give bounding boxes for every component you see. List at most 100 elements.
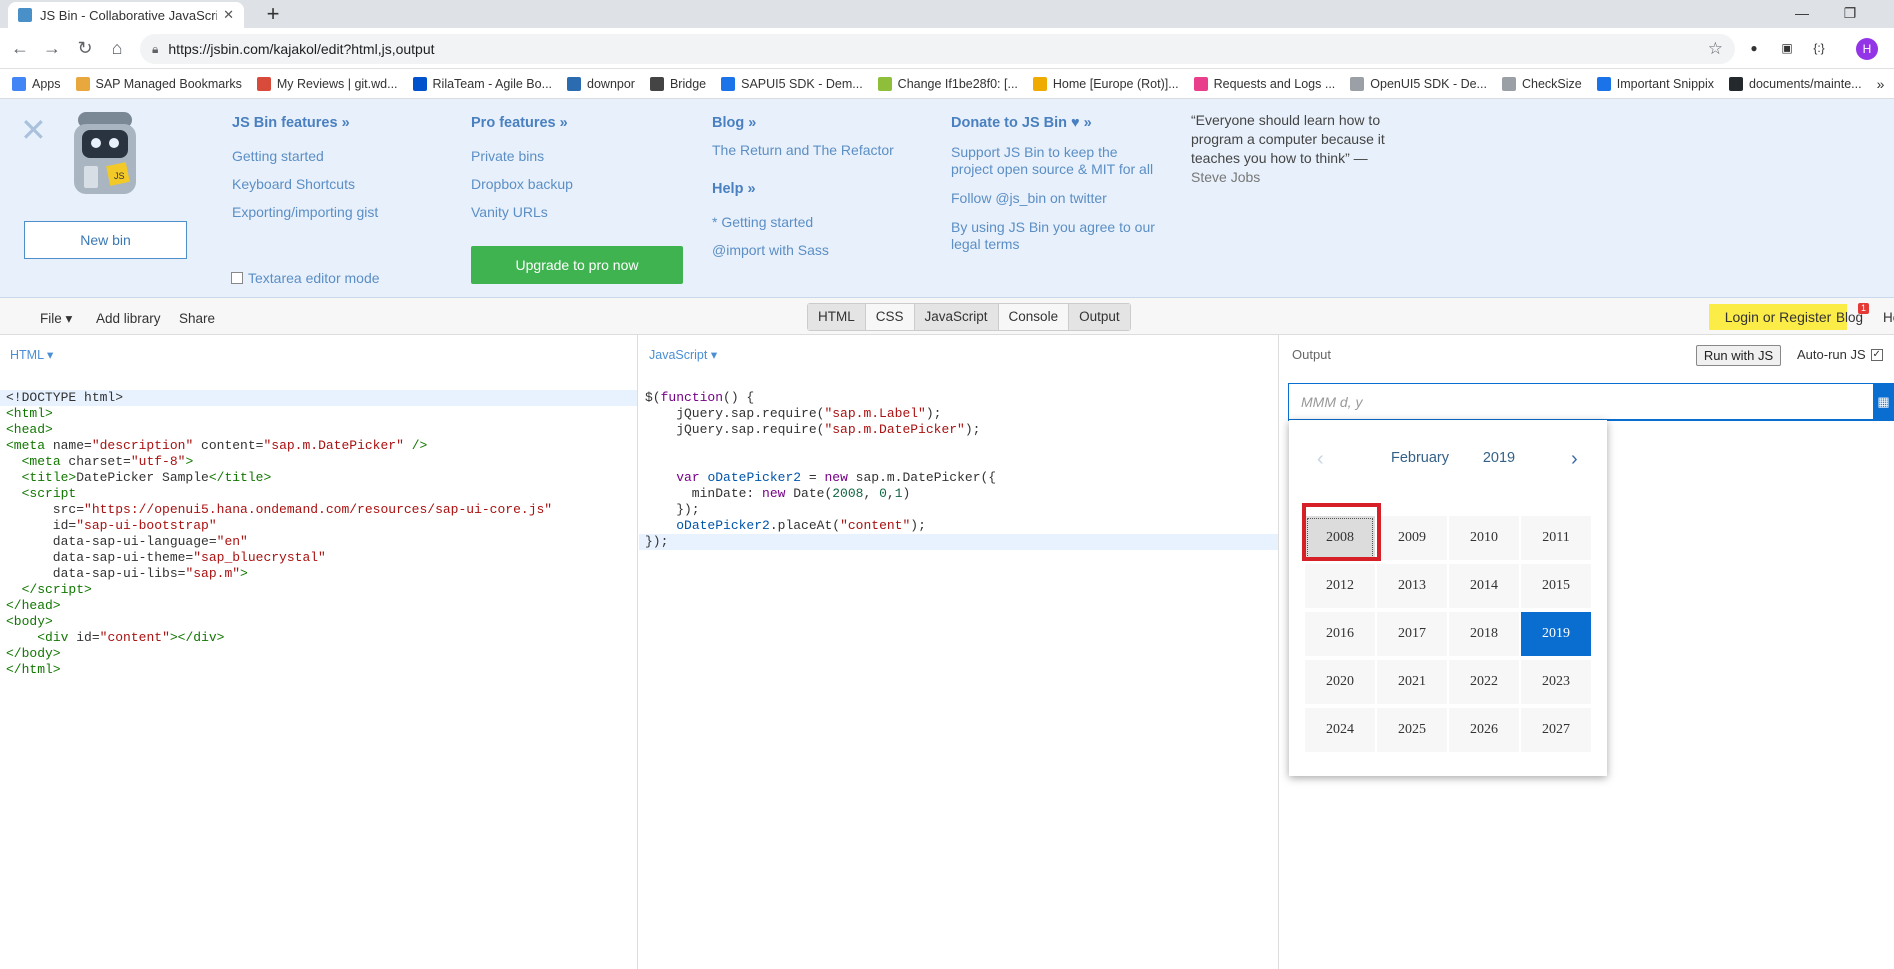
home-icon[interactable]: ⌂ — [105, 36, 129, 60]
features-link-export-gist[interactable]: Exporting/importing gist — [232, 198, 378, 226]
close-info-panel-icon[interactable]: ✕ — [20, 114, 47, 146]
html-editor-pane[interactable]: HTML ▾ <!DOCTYPE html> <html> <head> <meta … — [0, 335, 638, 969]
blog-column: Blog » The Return and The Refactor Help … — [712, 115, 894, 264]
bookmark-item[interactable]: downpor — [567, 76, 635, 91]
back-icon[interactable]: ← — [8, 36, 32, 60]
browser-tab[interactable]: JS Bin - Collaborative JavaScript Debugg… — [8, 2, 244, 28]
year-cell-2010[interactable]: 2010 — [1449, 516, 1519, 560]
address-bar[interactable]: 🔒︎ https://jsbin.com/kajakol/edit?html,j… — [140, 34, 1735, 64]
bookmark-item[interactable]: Home [Europe (Rot)]... — [1032, 76, 1179, 91]
extension-square-icon[interactable]: ▣ — [1777, 38, 1797, 58]
forward-icon[interactable]: → — [40, 36, 64, 60]
upgrade-pro-button[interactable]: Upgrade to pro now — [471, 246, 683, 284]
year-cell-2022[interactable]: 2022 — [1449, 660, 1519, 704]
year-cell-2021[interactable]: 2021 — [1377, 660, 1447, 704]
bookmarks-overflow-icon[interactable]: » — [1877, 76, 1885, 92]
donate-link-support[interactable]: Support JS Bin to keep the project open … — [951, 144, 1161, 178]
datepicker-input[interactable]: MMM d, y — [1288, 383, 1874, 421]
bookmark-item[interactable]: documents/mainte... — [1729, 76, 1862, 91]
year-cell-2018[interactable]: 2018 — [1449, 612, 1519, 656]
year-cell-2015[interactable]: 2015 — [1521, 564, 1591, 608]
help-link-import-sass[interactable]: @import with Sass — [712, 236, 894, 264]
donate-link-legal[interactable]: By using JS Bin you agree to our legal t… — [951, 219, 1161, 253]
donate-link-twitter[interactable]: Follow @js_bin on twitter — [951, 190, 1161, 207]
new-tab-icon[interactable]: + — [260, 2, 286, 26]
reload-icon[interactable]: ↻ — [73, 36, 97, 60]
bookmark-item[interactable]: Important Snippix — [1596, 76, 1714, 91]
year-cell-2025[interactable]: 2025 — [1377, 708, 1447, 752]
javascript-editor-pane[interactable]: JavaScript ▾ $(function() { jQuery.sap.r… — [639, 335, 1279, 969]
textarea-mode-toggle[interactable]: Textarea editor mode — [231, 270, 380, 286]
previous-chevron-icon[interactable]: ‹ — [1317, 448, 1324, 471]
html-panel-label[interactable]: HTML ▾ — [10, 347, 53, 362]
bookmark-label: OpenUI5 SDK - De... — [1370, 76, 1487, 91]
features-column: JS Bin features » Getting started Keyboa… — [232, 115, 378, 226]
features-link-getting-started[interactable]: Getting started — [232, 142, 378, 170]
help-link[interactable]: Help — [1883, 310, 1894, 325]
pro-link-vanity-urls[interactable]: Vanity URLs — [471, 198, 573, 226]
year-cell-2009[interactable]: 2009 — [1377, 516, 1447, 560]
next-chevron-icon[interactable]: › — [1571, 448, 1578, 471]
year-cell-2026[interactable]: 2026 — [1449, 708, 1519, 752]
bookmark-item[interactable]: RilaTeam - Agile Bo... — [412, 76, 552, 91]
pro-link-private-bins[interactable]: Private bins — [471, 142, 573, 170]
bookmark-item[interactable]: SAPUI5 SDK - Dem... — [721, 76, 863, 91]
year-cell-2012[interactable]: 2012 — [1305, 564, 1375, 608]
bookmark-item[interactable]: CheckSize — [1501, 76, 1582, 91]
javascript-panel-label[interactable]: JavaScript ▾ — [649, 347, 717, 362]
bookmark-item[interactable]: Bridge — [649, 76, 706, 91]
bookmark-item[interactable]: SAP Managed Bookmarks — [75, 76, 242, 91]
help-heading[interactable]: Help » — [712, 181, 894, 198]
extension-globe-icon[interactable]: ● — [1744, 38, 1764, 58]
calendar-icon[interactable]: ▦ — [1873, 383, 1894, 421]
features-link-keyboard-shortcuts[interactable]: Keyboard Shortcuts — [232, 170, 378, 198]
help-link-label: Help — [1883, 310, 1894, 325]
bookmark-item[interactable]: Requests and Logs ... — [1193, 76, 1335, 91]
javascript-code[interactable]: $(function() { jQuery.sap.require("sap.m… — [639, 374, 1278, 582]
panel-toggle-javascript[interactable]: JavaScript — [914, 304, 999, 330]
login-register-button[interactable]: Login or Register — [1709, 304, 1847, 330]
auto-run-toggle[interactable]: Auto-run JS ✓ — [1797, 347, 1883, 362]
year-cell-2016[interactable]: 2016 — [1305, 612, 1375, 656]
profile-avatar[interactable]: H — [1856, 38, 1878, 60]
file-menu[interactable]: File ▾ — [40, 311, 72, 327]
help-link-getting-started[interactable]: * Getting started — [712, 208, 894, 236]
auto-run-checkbox[interactable]: ✓ — [1870, 348, 1883, 361]
new-bin-button[interactable]: New bin — [24, 221, 187, 259]
year-cell-2023[interactable]: 2023 — [1521, 660, 1591, 704]
year-cell-2020[interactable]: 2020 — [1305, 660, 1375, 704]
year-button[interactable]: 2019 — [1464, 450, 1534, 466]
close-tab-icon[interactable]: ✕ — [223, 7, 234, 23]
blog-heading[interactable]: Blog » — [712, 115, 894, 132]
panel-toggle-css[interactable]: CSS — [866, 304, 915, 330]
year-cell-2011[interactable]: 2011 — [1521, 516, 1591, 560]
month-button[interactable]: February — [1370, 450, 1470, 466]
minimize-icon[interactable]: — — [1782, 0, 1822, 28]
year-cell-2019[interactable]: 2019 — [1521, 612, 1591, 656]
panel-toggle-html[interactable]: HTML — [808, 304, 866, 330]
features-heading[interactable]: JS Bin features » — [232, 115, 378, 132]
bookmark-item[interactable]: Change If1be28f0: [... — [877, 76, 1018, 91]
bookmark-star-icon[interactable]: ☆ — [1708, 39, 1723, 59]
add-library-button[interactable]: Add library — [96, 311, 161, 326]
pro-link-dropbox-backup[interactable]: Dropbox backup — [471, 170, 573, 198]
bookmark-item[interactable]: OpenUI5 SDK - De... — [1350, 76, 1487, 91]
bookmark-item[interactable]: My Reviews | git.wd... — [256, 76, 398, 91]
html-code[interactable]: <!DOCTYPE html> <html> <head> <meta name="d… — [0, 374, 637, 710]
year-cell-2013[interactable]: 2013 — [1377, 564, 1447, 608]
blog-link-return-refactor[interactable]: The Return and The Refactor — [712, 142, 894, 159]
panel-toggle-output[interactable]: Output — [1069, 304, 1130, 330]
panel-toggle-console[interactable]: Console — [999, 304, 1070, 330]
year-cell-2027[interactable]: 2027 — [1521, 708, 1591, 752]
pro-heading[interactable]: Pro features » — [471, 115, 573, 132]
textarea-mode-checkbox[interactable] — [231, 272, 243, 284]
year-cell-2017[interactable]: 2017 — [1377, 612, 1447, 656]
extension-json-icon[interactable]: {:} — [1809, 38, 1829, 58]
restore-icon[interactable]: ❐ — [1830, 0, 1870, 28]
donate-heading[interactable]: Donate to JS Bin ♥ » — [951, 115, 1161, 132]
bookmark-item[interactable]: Apps — [12, 76, 61, 91]
share-button[interactable]: Share — [179, 311, 215, 326]
year-cell-2024[interactable]: 2024 — [1305, 708, 1375, 752]
year-cell-2014[interactable]: 2014 — [1449, 564, 1519, 608]
run-with-js-button[interactable]: Run with JS — [1696, 345, 1781, 366]
